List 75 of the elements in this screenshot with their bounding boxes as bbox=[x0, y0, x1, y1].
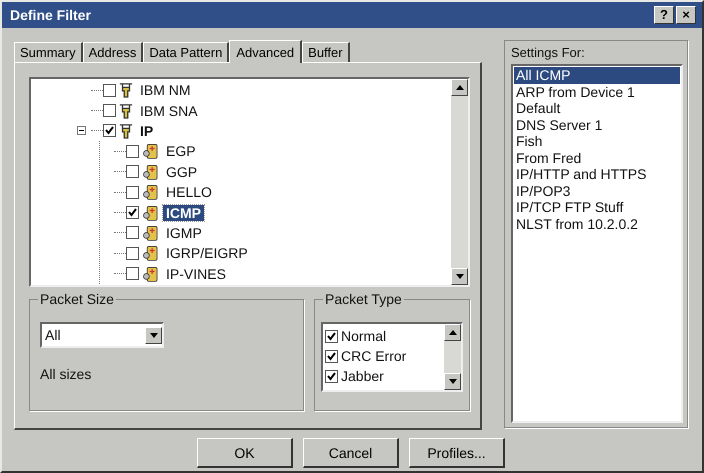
size-description: All sizes bbox=[40, 366, 92, 382]
dialog-button[interactable]: OK bbox=[197, 438, 293, 468]
collapse-icon[interactable] bbox=[77, 126, 86, 136]
checkbox[interactable] bbox=[126, 267, 139, 280]
scroll-up-button[interactable] bbox=[451, 79, 468, 96]
cable-plug-icon bbox=[119, 82, 133, 98]
checkbox[interactable] bbox=[325, 370, 338, 382]
help-button[interactable]: ? bbox=[654, 6, 674, 24]
scroll-up-button[interactable] bbox=[444, 324, 461, 341]
down-arrow-icon bbox=[150, 332, 158, 338]
group-label: Packet Type bbox=[323, 291, 404, 307]
dialog-button[interactable]: Profiles... bbox=[409, 438, 505, 468]
settings-item[interactable]: IP/HTTP and HTTPS bbox=[514, 166, 680, 182]
settings-item[interactable]: Default bbox=[514, 100, 680, 116]
tab[interactable]: Summary bbox=[14, 42, 83, 62]
tab[interactable]: Buffer bbox=[302, 42, 350, 62]
scroll-down-button[interactable] bbox=[451, 268, 468, 285]
packet-size-dropdown[interactable]: All bbox=[40, 322, 164, 348]
checkbox[interactable] bbox=[325, 350, 338, 362]
tree-item[interactable]: GGP bbox=[163, 164, 200, 180]
scrollbar[interactable] bbox=[451, 79, 468, 285]
packet-icon bbox=[142, 204, 159, 222]
scroll-down-button[interactable] bbox=[444, 373, 461, 390]
packet-type-label[interactable]: Jabber bbox=[341, 368, 384, 384]
settings-item[interactable]: All ICMP bbox=[514, 67, 680, 84]
dialog-button[interactable]: Cancel bbox=[303, 438, 399, 468]
checkbox[interactable] bbox=[325, 330, 338, 342]
dropdown-button[interactable] bbox=[145, 326, 162, 344]
packet-type-label[interactable]: Normal bbox=[341, 328, 386, 344]
window-title: Define Filter bbox=[10, 7, 92, 23]
tree-item[interactable]: IP-VINES bbox=[163, 266, 229, 282]
tab[interactable]: Data Pattern bbox=[143, 42, 230, 62]
settings-item[interactable]: Fish bbox=[514, 133, 680, 150]
tree-item[interactable]: IBM NM bbox=[137, 82, 194, 98]
tree-item[interactable]: HELLO bbox=[163, 184, 215, 200]
settings-item[interactable]: DNS Server 1 bbox=[514, 116, 680, 133]
tree-item[interactable]: IP bbox=[137, 122, 156, 139]
tab[interactable]: Advanced bbox=[229, 40, 302, 63]
up-arrow-icon bbox=[448, 330, 456, 335]
tree-item[interactable]: IGMP bbox=[163, 224, 205, 241]
down-arrow-icon bbox=[456, 274, 464, 279]
tree-item[interactable]: IBM SNA bbox=[137, 102, 201, 119]
packet-icon bbox=[142, 244, 159, 262]
checkbox[interactable] bbox=[126, 144, 139, 158]
up-arrow-icon bbox=[456, 85, 464, 90]
cable-plug-icon bbox=[119, 122, 133, 139]
packet-icon bbox=[142, 162, 159, 181]
cable-plug-icon bbox=[119, 102, 133, 119]
settings-item[interactable]: IP/TCP FTP Stuff bbox=[514, 199, 680, 216]
tree-item[interactable]: IGRP/EIGRP bbox=[163, 245, 251, 262]
checkbox[interactable] bbox=[126, 165, 139, 178]
checkbox[interactable] bbox=[103, 124, 116, 138]
packet-icon bbox=[142, 183, 159, 202]
checkbox[interactable] bbox=[126, 186, 139, 199]
group-label: Packet Size bbox=[38, 291, 116, 307]
close-button[interactable]: × bbox=[676, 6, 696, 24]
checkbox[interactable] bbox=[103, 84, 116, 97]
checkbox[interactable] bbox=[126, 206, 139, 220]
packet-type-label[interactable]: CRC Error bbox=[341, 348, 406, 364]
tree-item[interactable]: ICMP bbox=[163, 204, 204, 221]
checkbox[interactable] bbox=[103, 104, 116, 118]
checkbox[interactable] bbox=[126, 246, 139, 260]
packet-icon bbox=[142, 224, 159, 242]
settings-item[interactable]: ARP from Device 1 bbox=[514, 84, 680, 100]
group-label: Settings For: bbox=[511, 45, 586, 60]
settings-item[interactable]: From Fred bbox=[514, 150, 680, 166]
packet-icon bbox=[142, 264, 159, 283]
settings-item[interactable]: IP/POP3 bbox=[514, 182, 680, 199]
checkbox[interactable] bbox=[126, 226, 139, 240]
packet-icon bbox=[142, 142, 159, 160]
tab[interactable]: Address bbox=[82, 42, 144, 62]
settings-item[interactable]: NLST from 10.2.0.2 bbox=[514, 216, 680, 232]
scrollbar[interactable] bbox=[444, 324, 461, 390]
down-arrow-icon bbox=[448, 379, 456, 384]
tree-item[interactable]: EGP bbox=[163, 143, 199, 160]
